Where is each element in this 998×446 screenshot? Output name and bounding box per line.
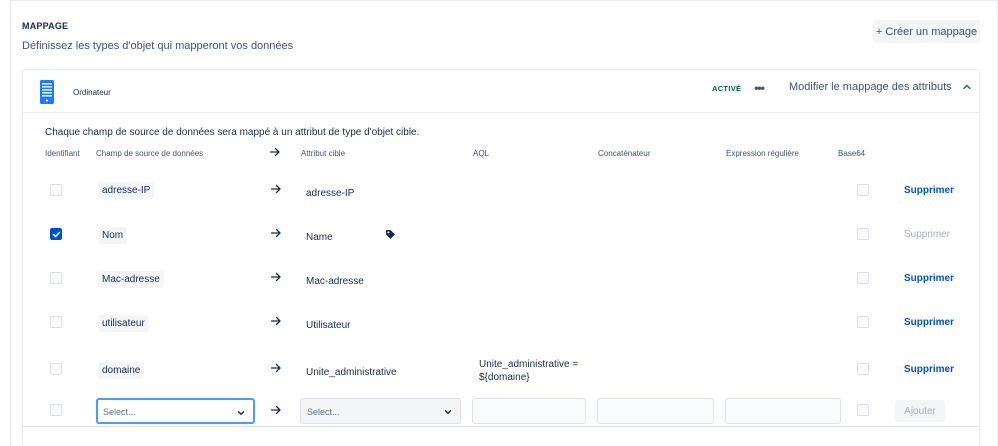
mapping-card: Ordinateur ACTIVÉ ••• Modifier le mappag… <box>22 69 980 446</box>
identifier-checkbox[interactable] <box>50 228 62 240</box>
column-header-regex: Expression régulière <box>726 149 799 158</box>
aql-line: ${domaine} <box>479 372 530 383</box>
computer-icon <box>40 80 54 104</box>
base64-checkbox[interactable] <box>857 272 869 284</box>
chevron-down-icon <box>237 411 245 415</box>
column-header-concatenator: Concaténateur <box>598 149 651 158</box>
target-attribute-select[interactable]: Select... <box>300 398 461 424</box>
mapping-intro-text: Chaque champ de source de données sera m… <box>45 127 420 138</box>
aql-input[interactable] <box>472 398 586 424</box>
modify-attribute-mapping-label: Modifier le mappage des attributs <box>789 81 952 93</box>
card-header[interactable]: Ordinateur ACTIVÉ ••• Modifier le mappag… <box>23 70 979 113</box>
arrow-right-icon <box>270 363 281 373</box>
status-badge: ACTIVÉ <box>712 84 742 93</box>
target-attribute-value: Name <box>306 232 333 243</box>
column-header-base64: Base64 <box>838 149 866 158</box>
arrow-right-icon <box>270 272 281 282</box>
section-description: Définissez les types d'objet qui mappero… <box>22 40 294 52</box>
delete-button[interactable]: Supprimer <box>904 317 954 328</box>
target-attribute-value: Mac-adresse <box>306 276 364 287</box>
modify-attribute-mapping-button[interactable]: Modifier le mappage des attributs <box>789 81 973 93</box>
table-row: Mac-adresse Mac-adresse Supprimer <box>23 257 979 301</box>
table-row: domaine Unite_administrative Unite_admin… <box>23 348 979 392</box>
arrow-right-icon <box>270 405 281 415</box>
column-header-identifier: Identifiant <box>45 149 80 158</box>
chevron-down-icon <box>444 410 452 414</box>
source-field-value: utilisateur <box>98 315 149 332</box>
tag-icon <box>386 230 395 239</box>
identifier-checkbox[interactable] <box>50 184 62 196</box>
delete-button[interactable]: Supprimer <box>904 185 954 196</box>
delete-button[interactable]: Supprimer <box>904 364 954 375</box>
section-title: MAPPAGE <box>22 21 69 31</box>
select-placeholder: Select... <box>307 407 340 417</box>
arrow-right-icon <box>269 147 280 157</box>
base64-checkbox[interactable] <box>857 404 869 416</box>
column-header-target-attribute: Attribut cible <box>301 149 346 158</box>
delete-button[interactable]: Supprimer <box>904 229 950 240</box>
more-options-icon[interactable]: ••• <box>749 80 769 96</box>
arrow-right-icon <box>270 316 281 326</box>
base64-checkbox[interactable] <box>857 228 869 240</box>
identifier-checkbox[interactable] <box>50 404 62 416</box>
aql-line: Unite_administrative = <box>479 359 579 370</box>
identifier-checkbox[interactable] <box>50 316 62 328</box>
add-mapping-row: Select... Select... Ajouter <box>23 393 979 427</box>
source-field-value: Mac-adresse <box>98 271 164 288</box>
identifier-checkbox[interactable] <box>50 363 62 375</box>
base64-checkbox[interactable] <box>857 316 869 328</box>
add-button[interactable]: Ajouter <box>895 400 945 422</box>
regex-input[interactable] <box>725 398 841 424</box>
arrow-right-icon <box>270 228 281 238</box>
source-field-value: domaine <box>98 362 145 379</box>
arrow-right-icon <box>270 184 281 194</box>
create-mapping-button[interactable]: + Créer un mappage <box>873 20 980 43</box>
column-header-aql: AQL <box>473 149 490 158</box>
source-field-select[interactable]: Select... <box>96 398 255 424</box>
table-row: Nom Name Supprimer <box>23 213 979 257</box>
object-type-name: Ordinateur <box>73 88 111 97</box>
identifier-checkbox[interactable] <box>50 272 62 284</box>
table-row: adresse-IP adresse-IP Supprimer <box>23 169 979 213</box>
base64-checkbox[interactable] <box>857 184 869 196</box>
aql-value: Unite_administrative = ${domaine} <box>479 358 578 384</box>
source-field-value: adresse-IP <box>98 182 155 199</box>
target-attribute-value: adresse-IP <box>306 188 355 199</box>
target-attribute-value: Utilisateur <box>306 320 351 331</box>
chevron-up-icon <box>962 84 971 90</box>
select-placeholder: Select... <box>103 407 136 417</box>
column-header-source-field: Champ de source de données <box>96 149 204 158</box>
table-row: utilisateur Utilisateur Supprimer <box>23 301 979 345</box>
base64-checkbox[interactable] <box>857 363 869 375</box>
source-field-value: Nom <box>98 227 128 244</box>
concatenator-input[interactable] <box>597 398 714 424</box>
delete-button[interactable]: Supprimer <box>904 273 954 284</box>
target-attribute-value: Unite_administrative <box>306 367 397 378</box>
check-icon <box>52 231 60 237</box>
